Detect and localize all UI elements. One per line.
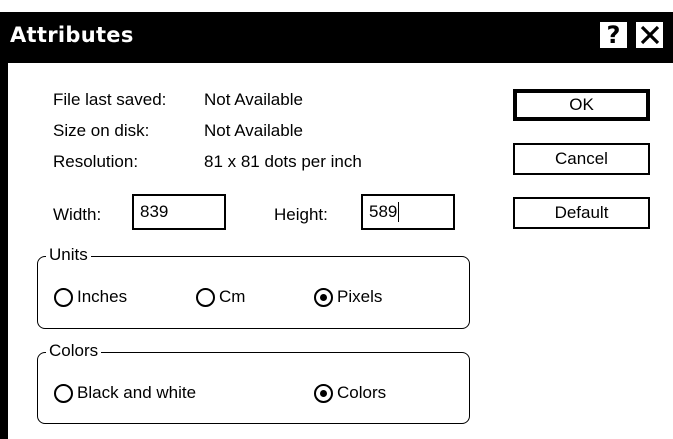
radio-colors[interactable]: Colors [314,383,386,403]
width-label: Width: [53,205,102,224]
ok-button[interactable]: OK [513,89,650,121]
radio-cm[interactable]: Cm [196,287,245,307]
default-button-label: Default [554,203,609,222]
title-bar[interactable]: Attributes ? [0,12,673,63]
radio-colors-label: Colors [337,383,387,402]
size-on-disk-value: Not Available [204,121,303,140]
resolution-value: 81 x 81 dots per inch [204,152,362,171]
radio-selected-icon [314,383,333,403]
radio-black-and-white[interactable]: Black and white [54,383,196,403]
colors-legend: Colors [46,341,102,361]
height-field[interactable]: 589 [361,194,455,230]
close-button[interactable] [634,20,665,50]
help-icon: ? [606,21,621,49]
colors-group: Colors Black and white Colors [37,341,470,424]
help-button[interactable]: ? [598,20,629,50]
ok-button-label: OK [569,95,594,114]
height-value: 589 [369,202,398,221]
cancel-button-label: Cancel [555,149,608,168]
file-saved-value: Not Available [204,90,303,109]
cancel-button[interactable]: Cancel [513,143,650,175]
radio-selected-icon [314,287,333,307]
text-caret [398,202,400,222]
height-label: Height: [274,205,328,224]
window-frame [0,12,8,439]
default-button[interactable]: Default [513,197,650,229]
radio-circle-icon [54,287,73,307]
width-value: 839 [140,202,169,221]
radio-inches[interactable]: Inches [54,287,127,307]
size-on-disk-label: Size on disk: [53,121,150,140]
radio-pixels-label: Pixels [337,287,383,306]
radio-circle-icon [196,287,215,307]
radio-black-and-white-label: Black and white [77,383,197,402]
units-legend: Units [46,245,91,265]
close-icon [640,25,659,45]
radio-cm-label: Cm [219,287,246,306]
radio-inches-label: Inches [77,287,128,306]
radio-circle-icon [54,383,73,403]
radio-pixels[interactable]: Pixels [314,287,382,307]
dialog-title: Attributes [10,23,134,47]
width-field[interactable]: 839 [132,194,226,230]
file-saved-label: File last saved: [53,90,167,109]
units-group: Units Inches Cm Pixels [37,245,470,329]
resolution-label: Resolution: [53,152,139,171]
